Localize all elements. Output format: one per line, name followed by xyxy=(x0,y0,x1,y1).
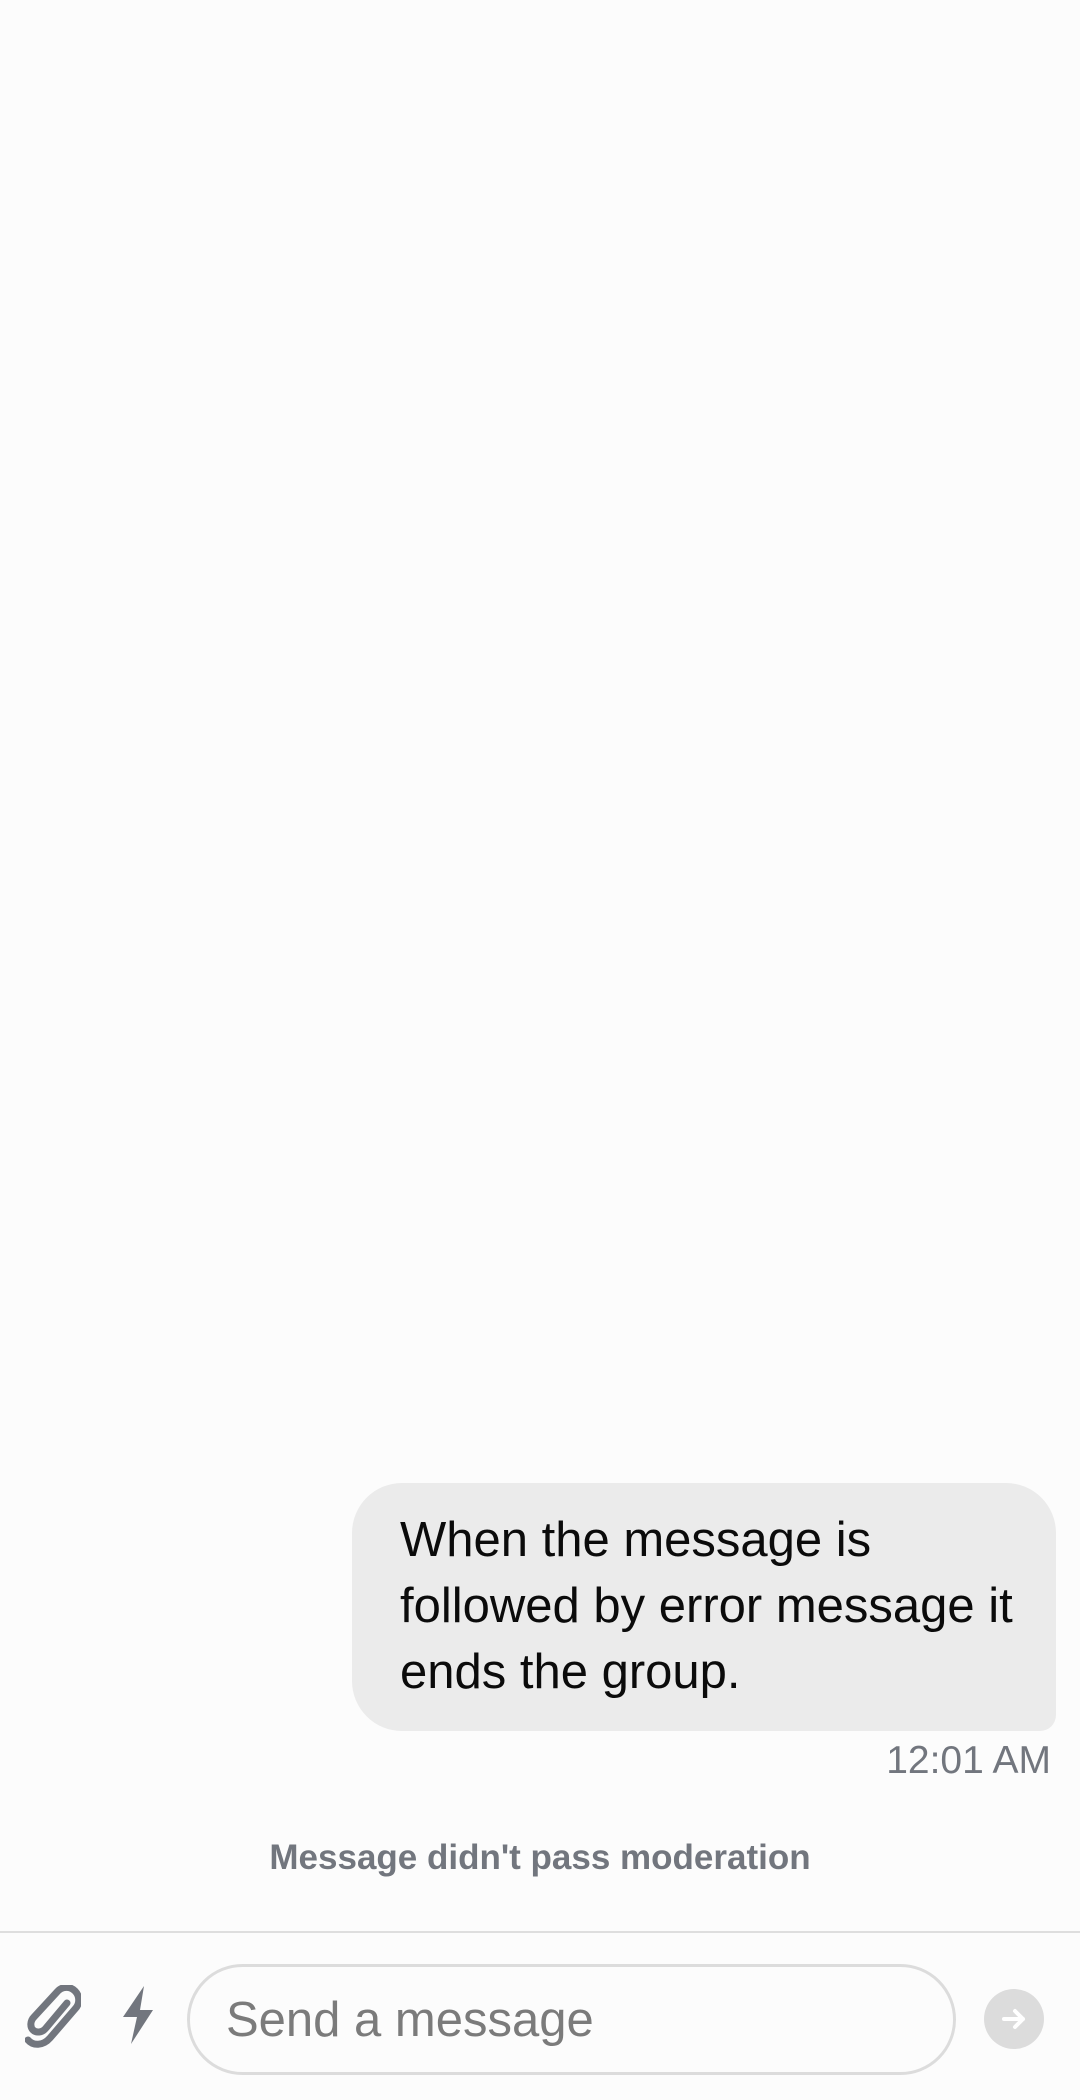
attach-button[interactable] xyxy=(25,1985,81,2049)
message-bubble[interactable]: When the message is followed by error me… xyxy=(352,1483,1056,1731)
message-timestamp: 12:01 AM xyxy=(886,1739,1051,1782)
arrow-right-icon xyxy=(1002,2009,1025,2029)
commands-button[interactable] xyxy=(119,1985,157,2045)
message-input-wrapper[interactable] xyxy=(187,1964,956,2075)
lightning-icon xyxy=(123,1986,153,2044)
chat-screen: When the message is followed by error me… xyxy=(0,0,1080,2100)
message-list[interactable]: When the message is followed by error me… xyxy=(0,0,1080,1930)
message-composer xyxy=(0,1931,1080,2100)
paperclip-icon xyxy=(25,1985,81,2048)
message-input[interactable] xyxy=(190,1967,953,2072)
send-button[interactable] xyxy=(984,1989,1044,2049)
moderation-error-message: Message didn't pass moderation xyxy=(269,1838,811,1877)
